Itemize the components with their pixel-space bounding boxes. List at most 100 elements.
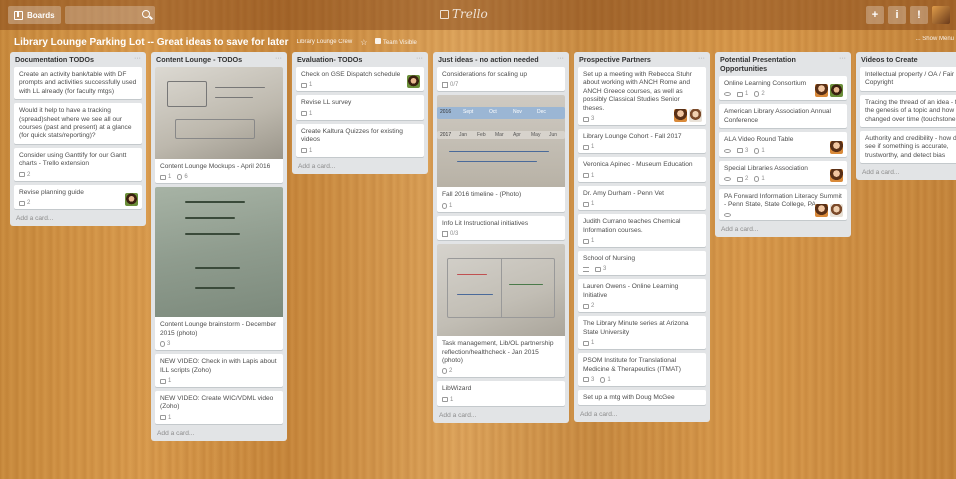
card[interactable]: PA Forward Information Literacy Summit -… [719, 189, 847, 220]
add-card-link[interactable]: Add a card... [155, 428, 283, 437]
card[interactable]: NEW VIDEO: Check in with Lapis about ILL… [155, 354, 283, 388]
board-title[interactable]: Library Lounge Parking Lot -- Great idea… [14, 37, 289, 48]
card[interactable]: The Library Minute series at Arizona Sta… [578, 316, 706, 350]
timeline-month: Mar [495, 132, 504, 139]
add-card-link[interactable]: Add a card... [437, 410, 565, 419]
star-icon[interactable]: ☆ [360, 38, 367, 47]
card[interactable]: Create Kaltura Quizzes for existing vide… [296, 123, 424, 157]
comment-badge: 1 [301, 148, 312, 154]
boards-label: Boards [27, 10, 55, 20]
add-card-link[interactable]: Add a card... [578, 409, 706, 418]
eye-icon [724, 212, 731, 217]
notifications-button[interactable]: ! [910, 6, 928, 24]
list-title[interactable]: Videos to Create [861, 55, 918, 64]
list-title[interactable]: Prospective Partners [579, 55, 651, 64]
card-title: Task management, Lib/OL partnership refl… [442, 340, 554, 365]
card[interactable]: LibWizard 1 [437, 381, 565, 406]
card-title: Authority and credibility - how do you s… [865, 135, 956, 159]
member-avatar[interactable] [674, 109, 687, 123]
add-button[interactable]: + [866, 6, 884, 24]
list-menu-icon[interactable]: ··· [134, 55, 141, 62]
trello-logo[interactable]: Trello [440, 7, 488, 21]
card-title: Would it help to have a tracking (spread… [19, 107, 132, 140]
card[interactable]: Check on GSE Dispatch schedule 1 [296, 67, 424, 92]
comment-badge: 1 [160, 415, 171, 421]
member-avatar[interactable] [830, 84, 843, 98]
card[interactable]: Content Lounge Mockups - April 2016 16 [155, 67, 283, 184]
comment-icon [301, 148, 307, 154]
card[interactable]: Library Lounge Cohort - Fall 2017 1 [578, 129, 706, 154]
card[interactable]: PSOM Institute for Translational Medicin… [578, 353, 706, 386]
add-card-link[interactable]: Add a card... [719, 224, 847, 233]
boards-button[interactable]: Boards [8, 6, 61, 24]
list-menu-icon[interactable]: ··· [275, 55, 282, 62]
add-card-link[interactable]: Add a card... [296, 161, 424, 170]
member-avatar[interactable] [407, 75, 420, 89]
card[interactable]: Content Lounge brainstorm - December 201… [155, 187, 283, 351]
list-title[interactable]: Content Lounge - TODOs [156, 55, 242, 64]
comment-badge: 1 [583, 238, 594, 244]
card[interactable]: School of Nursing 3 [578, 251, 706, 276]
add-card-link[interactable]: Add a card... [860, 167, 956, 176]
list-menu-icon[interactable]: ··· [839, 55, 846, 62]
card[interactable]: Revise planning guide 2 [14, 184, 142, 210]
card[interactable]: 2016 Sept Oct Nov Dec 2017 Jan Feb Mar A… [437, 95, 565, 212]
list-title[interactable]: Evaluation- TODOs [297, 55, 362, 64]
card[interactable]: Consider using Ganttify for our Gantt ch… [14, 147, 142, 181]
show-menu-link[interactable]: ... Show Menu [916, 36, 954, 42]
card[interactable]: NEW VIDEO: Create WIC/VDML video (Zoho) … [155, 391, 283, 424]
card[interactable]: Set up a mtg with Doug McGee [578, 389, 706, 406]
list-menu-icon[interactable]: ··· [557, 55, 564, 62]
info-button[interactable]: i [888, 6, 906, 24]
card[interactable]: Task management, Lib/OL partnership refl… [437, 244, 565, 378]
card[interactable]: Special Libraries Association 21 [719, 160, 847, 186]
card[interactable]: Set up a meeting with Rebecca Stuhr abou… [578, 67, 706, 126]
member-avatar[interactable] [125, 193, 138, 207]
member-avatar[interactable] [815, 203, 828, 217]
lock-icon [375, 38, 382, 44]
card[interactable]: Lauren Owens - Online Learning Initiativ… [578, 279, 706, 313]
attachment-badge: 2 [754, 91, 765, 98]
member-avatar[interactable] [830, 140, 843, 154]
card[interactable]: Considerations for scaling up 0/7 [437, 67, 565, 92]
card[interactable]: Veronica Apinec - Museum Education 1 [578, 157, 706, 182]
card[interactable]: Online Learning Consortium 12 [719, 76, 847, 101]
card-title: ALA Video Round Table [724, 136, 794, 144]
card-cover-photo: 2016 Sept Oct Nov Dec 2017 Jan Feb Mar A… [437, 95, 565, 188]
list-menu-icon[interactable]: ··· [698, 55, 705, 62]
member-avatar[interactable] [830, 169, 843, 183]
visibility-badge[interactable]: Team Visible [375, 38, 417, 46]
card[interactable]: Dr. Amy Durham - Penn Vet 1 [578, 185, 706, 211]
watch-badge [724, 212, 731, 217]
card-title: Fall 2016 timeline - (Photo) [442, 191, 522, 199]
member-avatar[interactable] [815, 84, 828, 98]
card[interactable]: Revise LL survey 1 [296, 95, 424, 120]
comment-icon [19, 172, 25, 178]
card[interactable]: American Library Association Annual Conf… [719, 104, 847, 129]
card[interactable]: Create an activity bank/table with DF pr… [14, 67, 142, 100]
comment-icon [737, 176, 743, 182]
card[interactable]: Tracing the thread of an idea - followin… [860, 94, 956, 128]
list-title[interactable]: Documentation TODOs [15, 55, 94, 64]
card[interactable]: Intellectual property / OA / Fair use / … [860, 67, 956, 91]
card[interactable]: ALA Video Round Table 31 [719, 132, 847, 157]
search-icon[interactable] [141, 10, 150, 18]
search-input[interactable] [64, 6, 155, 24]
timeline-month: Feb [477, 132, 486, 139]
member-avatar[interactable] [689, 109, 702, 123]
comment-badge: 1 [583, 201, 594, 207]
card-title: Info Lit Instructional initiatives [442, 219, 529, 227]
list-menu-icon[interactable]: ··· [416, 55, 423, 62]
card[interactable]: Authority and credibility - how do you s… [860, 131, 956, 164]
add-card-link[interactable]: Add a card... [14, 213, 142, 222]
list-title[interactable]: Just ideas - no action needed [438, 55, 539, 64]
user-avatar[interactable] [932, 6, 950, 24]
card[interactable]: Judith Currano teaches Chemical Informat… [578, 214, 706, 248]
team-name[interactable]: Library Lounge Crew [297, 39, 353, 45]
list-title[interactable]: Potential Presentation Opportunities [720, 55, 839, 73]
comment-icon [583, 201, 589, 207]
timeline-year: 2017 [440, 132, 452, 139]
member-avatar[interactable] [830, 203, 843, 217]
card[interactable]: Info Lit Instructional initiatives 0/3 [437, 215, 565, 241]
card[interactable]: Would it help to have a tracking (spread… [14, 103, 142, 144]
